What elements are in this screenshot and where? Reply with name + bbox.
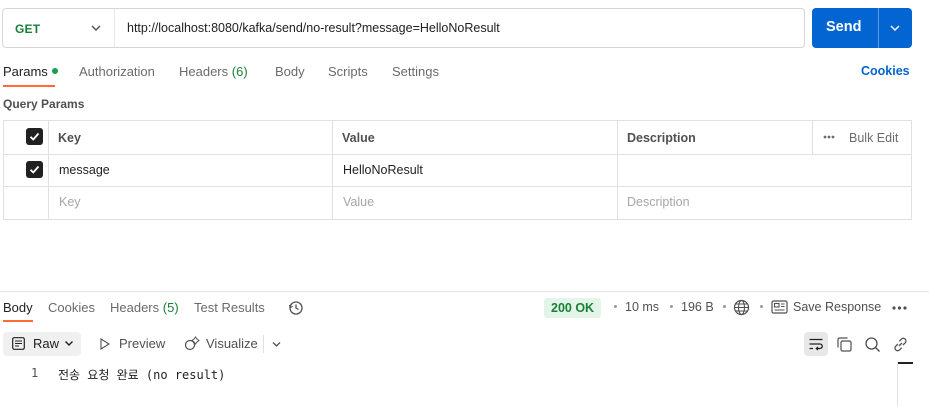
separator-dot xyxy=(723,305,726,308)
response-divider xyxy=(0,291,929,292)
more-icon[interactable] xyxy=(892,306,907,310)
tab-body[interactable]: Body xyxy=(275,64,305,79)
active-dot-icon xyxy=(51,68,58,74)
response-size[interactable]: 196 B xyxy=(681,300,714,314)
param-key-cell[interactable]: message xyxy=(59,163,110,177)
row-divider xyxy=(4,186,911,187)
preview-button[interactable]: Preview xyxy=(119,336,165,351)
active-response-tab-underline xyxy=(3,320,33,322)
response-body-line: 전송 요청 완료 (no result) xyxy=(58,368,226,382)
url-divider xyxy=(114,9,115,47)
column-header-value: Value xyxy=(342,131,375,145)
tab-scripts[interactable]: Scripts xyxy=(328,64,368,79)
raw-format-icon xyxy=(12,337,25,350)
param-row-checkbox[interactable] xyxy=(26,161,43,178)
scrollbar-track[interactable] xyxy=(897,362,898,406)
response-time[interactable]: 10 ms xyxy=(625,300,659,314)
copy-icon[interactable] xyxy=(836,336,853,353)
wrap-lines-button[interactable] xyxy=(804,332,828,356)
save-icon[interactable] xyxy=(771,300,788,314)
params-table: Key Value Description Bulk Edit message … xyxy=(3,120,912,220)
response-tab-headers[interactable]: Headers (5) xyxy=(110,300,179,315)
separator-dot xyxy=(670,305,673,308)
cookies-link[interactable]: Cookies xyxy=(861,64,910,78)
col-divider xyxy=(332,121,333,219)
search-icon[interactable] xyxy=(864,336,881,353)
check-icon xyxy=(29,132,40,141)
scrollbar-thumb[interactable] xyxy=(898,362,913,364)
response-tab-body[interactable]: Body xyxy=(3,300,33,315)
save-response-button[interactable]: Save Response xyxy=(793,300,881,314)
send-button[interactable]: Send xyxy=(812,8,912,48)
column-header-key: Key xyxy=(58,131,81,145)
line-number: 1 xyxy=(31,366,39,380)
tab-params-label: Params xyxy=(3,64,48,79)
query-params-title: Query Params xyxy=(3,97,85,111)
param-value-cell[interactable]: HelloNoResult xyxy=(343,163,423,177)
response-tab-cookies[interactable]: Cookies xyxy=(48,300,95,315)
active-tab-underline xyxy=(3,85,55,87)
history-icon[interactable] xyxy=(288,300,304,316)
col-divider xyxy=(48,121,49,219)
select-all-checkbox[interactable] xyxy=(26,128,43,145)
chevron-down-icon[interactable] xyxy=(270,338,283,350)
row-divider xyxy=(4,154,911,155)
new-param-key-input[interactable]: Key xyxy=(59,195,81,209)
response-tab-headers-label: Headers xyxy=(110,300,160,315)
format-label: Raw xyxy=(33,336,60,351)
tab-params[interactable]: Params xyxy=(3,64,58,79)
wrap-lines-icon xyxy=(809,338,823,351)
tab-headers-count: (6) xyxy=(231,64,248,79)
send-label: Send xyxy=(826,19,862,35)
col-divider xyxy=(617,121,618,219)
send-divider xyxy=(878,8,879,48)
url-input[interactable]: http://localhost:8080/kafka/send/no-resu… xyxy=(127,21,500,35)
visualize-icon[interactable] xyxy=(184,336,201,352)
toolbar-divider xyxy=(263,335,264,353)
tab-authorization[interactable]: Authorization xyxy=(79,64,155,79)
chevron-down-icon[interactable] xyxy=(888,21,902,35)
method-select[interactable]: GET xyxy=(15,22,40,36)
play-icon[interactable] xyxy=(100,338,110,350)
check-icon xyxy=(29,165,40,174)
bulk-edit-icon[interactable] xyxy=(823,134,835,140)
response-tab-test-results[interactable]: Test Results xyxy=(194,300,265,315)
status-badge[interactable]: 200 OK xyxy=(544,298,602,318)
format-select[interactable]: Raw xyxy=(3,332,81,356)
url-bar: GET http://localhost:8080/kafka/send/no-… xyxy=(2,8,805,48)
bulk-edit-button[interactable]: Bulk Edit xyxy=(849,131,898,145)
chevron-down-icon xyxy=(65,341,73,346)
visualize-button[interactable]: Visualize xyxy=(206,336,258,351)
link-icon[interactable] xyxy=(892,336,909,353)
separator-dot xyxy=(760,305,763,308)
globe-icon[interactable] xyxy=(733,299,750,316)
col-divider xyxy=(812,121,813,154)
tab-settings[interactable]: Settings xyxy=(392,64,439,79)
new-param-description-input[interactable]: Description xyxy=(627,195,690,209)
chevron-down-icon[interactable] xyxy=(89,21,103,35)
response-headers-count: (5) xyxy=(162,300,179,315)
separator-dot xyxy=(614,305,617,308)
tab-headers[interactable]: Headers (6) xyxy=(179,64,248,79)
column-header-description: Description xyxy=(627,131,696,145)
tab-headers-label: Headers xyxy=(179,64,229,79)
new-param-value-input[interactable]: Value xyxy=(343,195,374,209)
